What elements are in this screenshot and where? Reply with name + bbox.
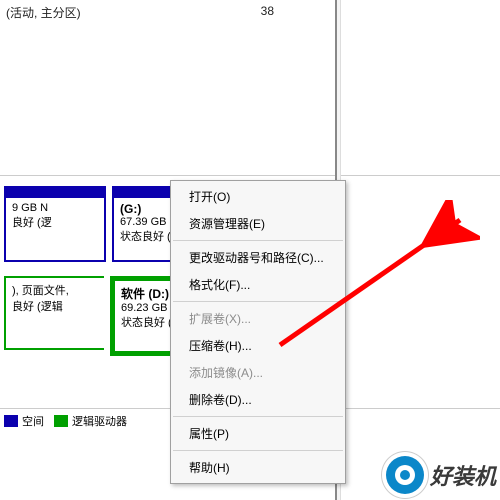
menu-properties[interactable]: 属性(P) [171, 420, 345, 447]
watermark-icon [386, 456, 424, 494]
menu-help[interactable]: 帮助(H) [171, 454, 345, 481]
menu-add-mirror: 添加镜像(A)... [171, 359, 345, 386]
menu-separator [173, 240, 343, 241]
legend-swatch-green [54, 415, 68, 427]
menu-extend: 扩展卷(X)... [171, 305, 345, 332]
volume-value: 38 [261, 4, 274, 21]
legend-label-blue: 空间 [22, 413, 44, 429]
partition-box-system[interactable]: ), 页面文件, 良好 (逻辑 [4, 276, 104, 350]
partition-status: 良好 (逻辑 [12, 298, 98, 314]
menu-separator [173, 450, 343, 451]
menu-separator [173, 301, 343, 302]
menu-shrink[interactable]: 压缩卷(H)... [171, 332, 345, 359]
context-menu: 打开(O) 资源管理器(E) 更改驱动器号和路径(C)... 格式化(F)...… [170, 180, 346, 484]
menu-change-path[interactable]: 更改驱动器号和路径(C)... [171, 244, 345, 271]
volume-list-row: (活动, 主分区) 38 [0, 0, 500, 25]
menu-format[interactable]: 格式化(F)... [171, 271, 345, 298]
partition-size: 9 GB N [12, 202, 98, 214]
partition-header-bar [6, 188, 104, 198]
eye-icon [395, 465, 415, 485]
menu-open[interactable]: 打开(O) [171, 183, 345, 210]
partition-size: ), 页面文件, [12, 282, 98, 298]
legend-swatch-blue [4, 415, 18, 427]
menu-explorer[interactable]: 资源管理器(E) [171, 210, 345, 237]
watermark-text: 好装机 [430, 459, 496, 491]
watermark: 好装机 [386, 456, 496, 494]
menu-separator [173, 416, 343, 417]
legend-label-green: 逻辑驱动器 [72, 413, 127, 429]
menu-delete-volume[interactable]: 删除卷(D)... [171, 386, 345, 413]
volume-status: (活动, 主分区) [6, 4, 81, 21]
partition-status: 良好 (逻 [12, 214, 98, 230]
partition-box[interactable]: 9 GB N 良好 (逻 [4, 186, 106, 262]
